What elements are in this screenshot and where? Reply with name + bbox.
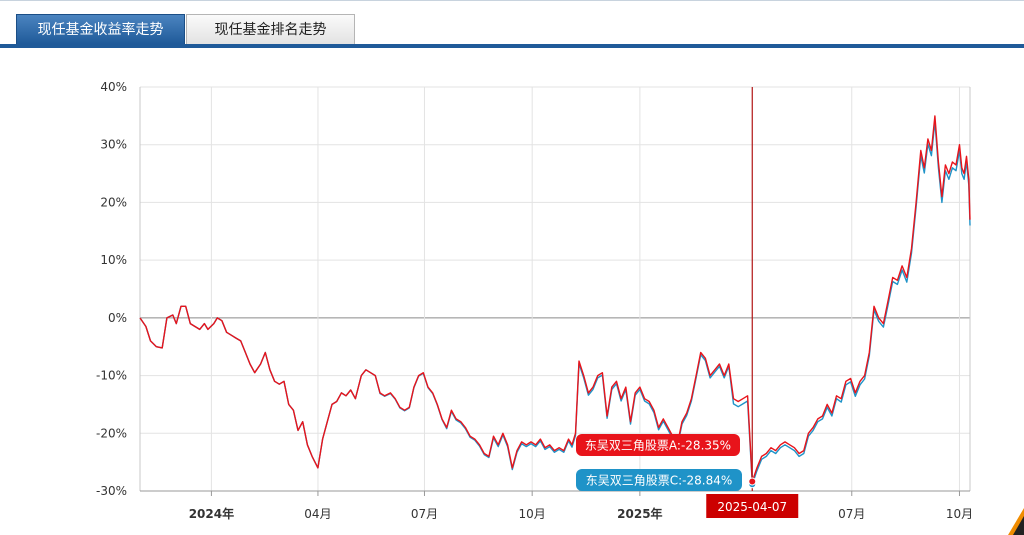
y-tick-label: 10% <box>100 253 127 267</box>
x-tick-label: 10月 <box>946 507 973 521</box>
y-tick-label: 0% <box>108 311 127 325</box>
x-tick-label: 04月 <box>304 507 331 521</box>
y-tick-label: 40% <box>100 80 127 94</box>
x-tick-label: 10月 <box>519 507 546 521</box>
y-tick-label: -10% <box>96 369 127 383</box>
x-tick-label: 2024年 <box>189 506 234 521</box>
return-line-chart[interactable]: 40% 30% 20% 10% 0% -10% -20% -30% 2024年 04月 07月 10月… <box>0 0 1024 535</box>
tooltip-c-text: 东吴双三角股票C:-28.84% <box>586 474 733 488</box>
series-layer <box>139 115 971 485</box>
grid-layer <box>140 86 970 492</box>
chart-badge-icon <box>1008 508 1024 535</box>
x-tick-label: 07月 <box>411 507 438 521</box>
series-a-line <box>139 115 971 483</box>
axis-layer: 40% 30% 20% 10% 0% -10% -20% -30% 2024年 04月 07月 10月… <box>96 80 973 521</box>
crosshair-date-label: 2025-04-07 <box>717 500 787 514</box>
series-c-line <box>139 120 971 485</box>
y-tick-label: 20% <box>100 195 127 209</box>
tooltip-a-text: 东吴双三角股票A:-28.35% <box>585 439 731 453</box>
y-tick-label: 30% <box>100 138 127 152</box>
y-tick-label: -30% <box>96 484 127 498</box>
x-tick-label: 07月 <box>838 507 865 521</box>
series-a-point <box>748 477 757 486</box>
y-tick-label: -20% <box>96 426 127 440</box>
x-tick-label: 2025年 <box>617 506 662 521</box>
overlay-layer: 东吴双三角股票A:-28.35% 东吴双三角股票C:-28.84% 2025-04-… <box>576 87 799 518</box>
